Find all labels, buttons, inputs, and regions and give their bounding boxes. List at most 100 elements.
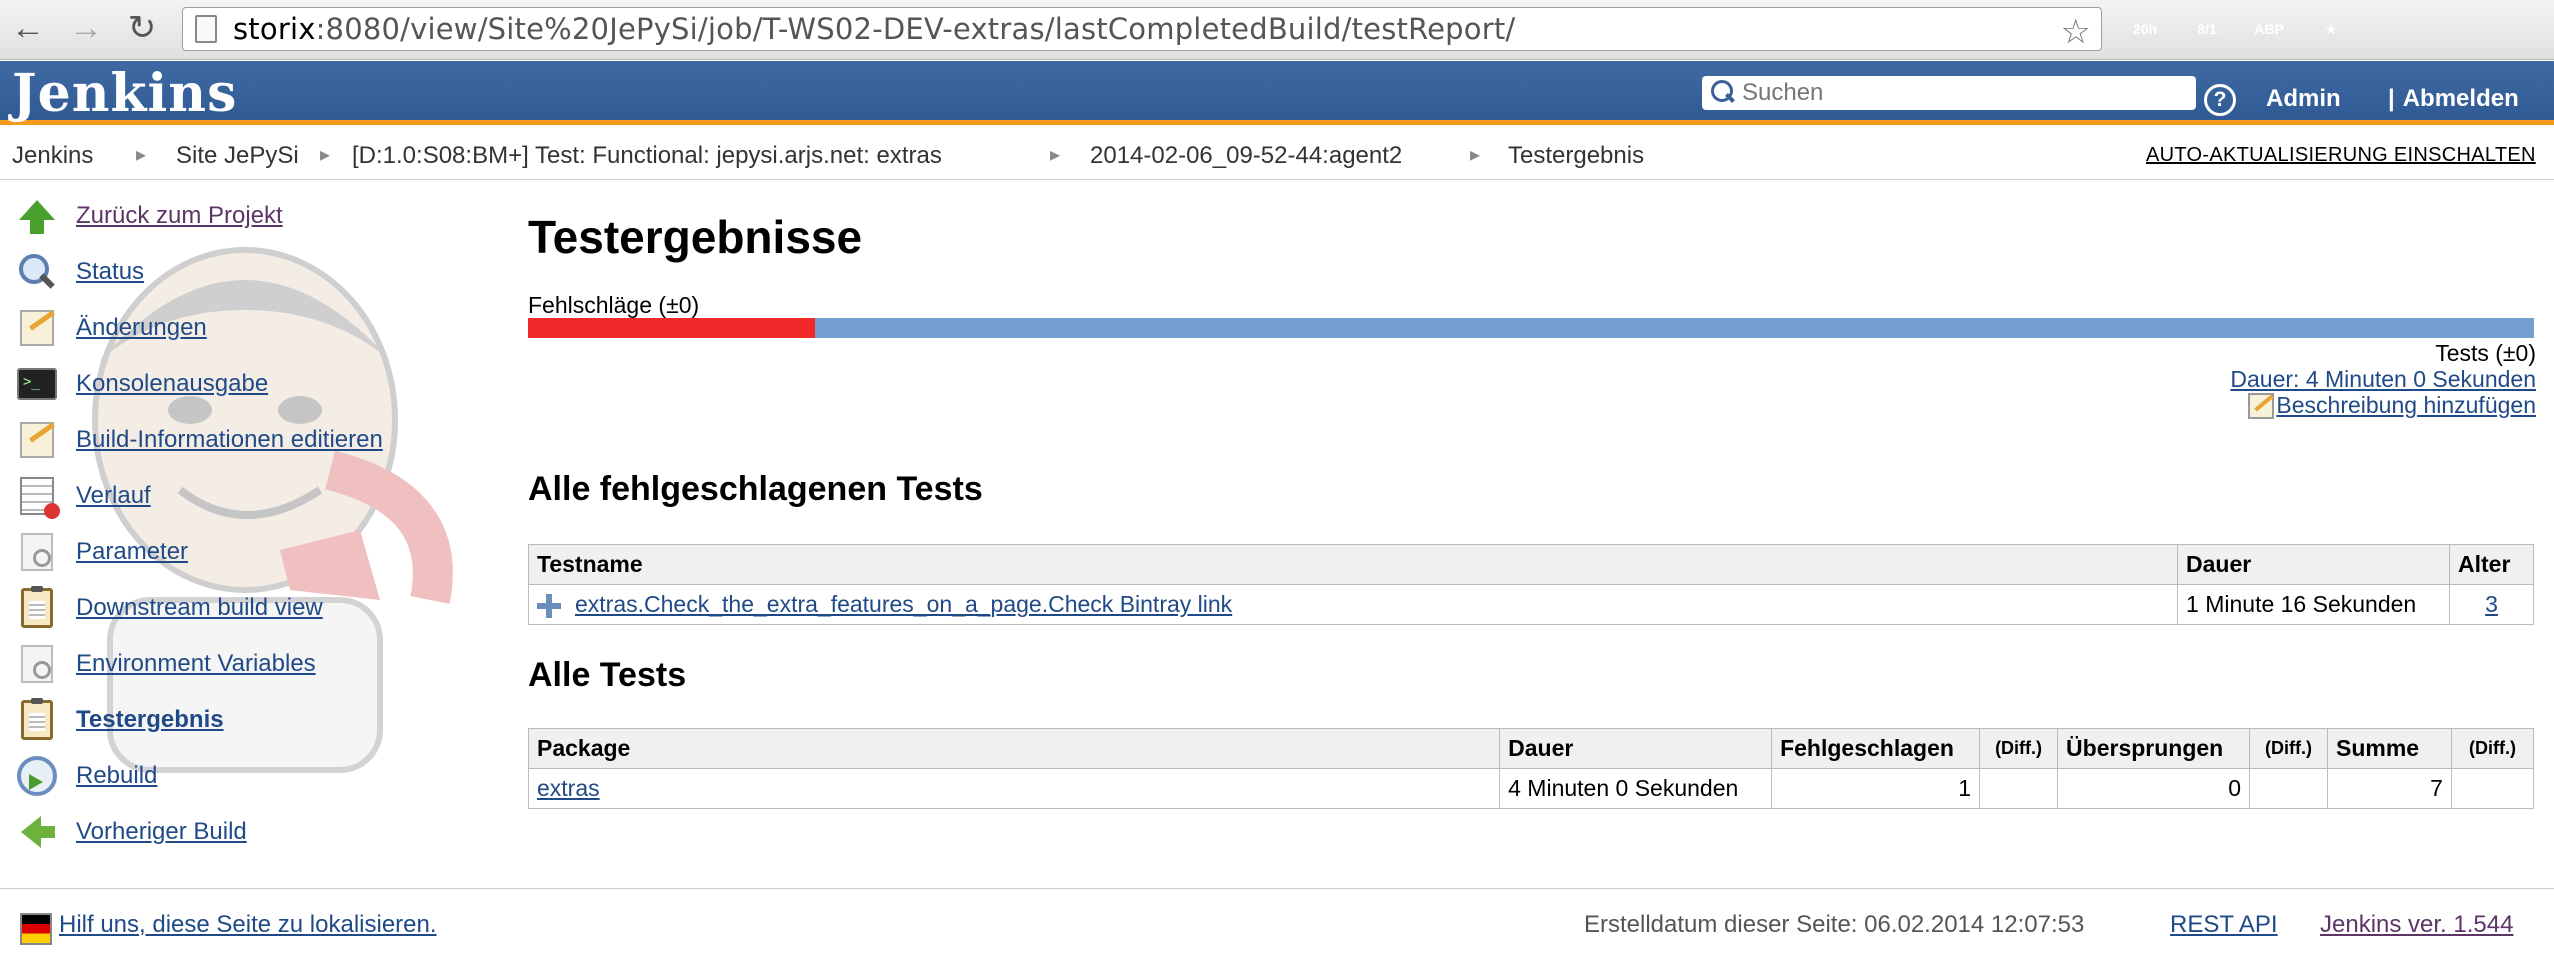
breadcrumb-separator[interactable]: ▸ [1050, 142, 1060, 167]
folder-extension-icon[interactable] [2372, 8, 2414, 50]
sidebar-item-test-result[interactable]: Testergebnis [14, 698, 224, 740]
failures-label: Fehlschläge (±0) [528, 292, 700, 318]
expand-plus-icon[interactable] [537, 593, 561, 618]
column-header-package: Package [527, 728, 1501, 769]
logout-label[interactable]: Abmelden [2403, 85, 2519, 112]
sidebar-item-status[interactable]: Status [14, 252, 144, 292]
calendar-extension-icon[interactable]: 20h [2124, 8, 2166, 50]
breadcrumb-jenkins[interactable]: Jenkins [12, 142, 93, 170]
jenkins-version-link[interactable]: Jenkins ver. 1.544 [2320, 911, 2513, 939]
sidebar-item-history[interactable]: Verlauf [14, 476, 151, 519]
failed-test-link[interactable]: extras.Check_the_extra_features_on_a_pag… [575, 591, 1232, 617]
sidebar-item-label[interactable]: Downstream build view [76, 594, 323, 622]
table-header-row: Testname Dauer Alter [527, 544, 2534, 585]
test-result-bar [528, 318, 2534, 338]
package-cell: extras [527, 768, 1501, 809]
all-tests-heading: Alle Tests [528, 656, 687, 694]
bookmark-extension-icon[interactable]: ★ [2310, 8, 2352, 50]
edit-description-icon [2248, 392, 2275, 419]
duration-cell: 4 Minuten 0 Sekunden [1499, 768, 1773, 809]
terminal-icon: >_ [14, 364, 60, 404]
magnifier-icon [14, 252, 60, 292]
notepad-icon [14, 308, 60, 348]
adblock-plus-icon[interactable]: ABP [2248, 8, 2290, 50]
sidebar-item-downstream-build-view[interactable]: Downstream build view [14, 586, 323, 628]
sidebar-item-environment-variables[interactable]: Environment Variables [14, 644, 316, 684]
breadcrumb-build[interactable]: 2014-02-06_09-52-44:agent2 [1090, 142, 1402, 170]
total-cell: 7 [2327, 768, 2452, 809]
skipped-cell: 0 [2057, 768, 2251, 809]
failed-diff-cell [1979, 768, 2059, 809]
sidebar-item-label[interactable]: Konsolenausgabe [76, 370, 268, 398]
help-icon[interactable]: ? [2204, 84, 2236, 116]
sidebar-item-label[interactable]: Vorheriger Build [76, 818, 247, 846]
sidebar-item-label[interactable]: Änderungen [76, 314, 207, 342]
reload-icon[interactable]: ↻ [124, 9, 160, 47]
url-text[interactable]: storix:8080/view/Site%20JePySi/job/T-WS0… [233, 12, 1515, 46]
all-tests-table: Package Dauer Fehlgeschlagen (Diff.) Übe… [527, 728, 2535, 809]
sidebar-item-label[interactable]: Parameter [76, 538, 188, 566]
document-gear-icon [14, 532, 60, 572]
table-row: extras 4 Minuten 0 Sekunden 1 0 7 [527, 768, 2535, 809]
search-icon [1708, 78, 1738, 108]
breadcrumb-testresult[interactable]: Testergebnis [1508, 142, 1644, 170]
sidebar-item-label[interactable]: Verlauf [76, 482, 151, 510]
sidebar-item-label[interactable]: Testergebnis [76, 706, 224, 734]
failed-tests-table: Testname Dauer Alter extras.Check_the_ex… [527, 544, 2534, 625]
column-header-duration: Dauer [1499, 728, 1773, 769]
testname-cell: extras.Check_the_extra_features_on_a_pag… [527, 584, 2179, 625]
column-header-duration: Dauer [2177, 544, 2450, 585]
search-input[interactable] [1742, 79, 2182, 107]
german-flag-icon [20, 913, 52, 945]
circle-extension-icon[interactable] [2434, 8, 2476, 50]
sidebar-item-label[interactable]: Zurück zum Projekt [76, 202, 283, 230]
browser-toolbar: ← → ↻ storix:8080/view/Site%20JePySi/job… [0, 0, 2554, 60]
sidebar-item-parameters[interactable]: Parameter [14, 532, 188, 572]
address-bar[interactable]: storix:8080/view/Site%20JePySi/job/T-WS0… [182, 7, 2102, 51]
main-panel: Testergebnisse Fehlschläge (±0) Tests (±… [527, 180, 2536, 880]
forward-arrow-icon[interactable]: → [68, 9, 104, 47]
sidebar-item-edit-build-info[interactable]: Build-Informationen editieren [14, 420, 383, 460]
search-box[interactable] [1702, 76, 2196, 110]
skipped-diff-cell [2249, 768, 2328, 809]
breadcrumb-separator[interactable]: ▸ [136, 142, 146, 167]
bookmark-star-icon[interactable]: ☆ [2061, 12, 2091, 52]
page-generated-date: Erstelldatum dieser Seite: 06.02.2014 12… [1584, 911, 2085, 938]
jenkins-logo[interactable]: Jenkins [12, 63, 237, 124]
breadcrumb-separator[interactable]: ▸ [320, 142, 330, 167]
sidebar-item-label[interactable]: Build-Informationen editieren [76, 426, 383, 454]
sidebar-item-back-to-project[interactable]: Zurück zum Projekt [14, 196, 283, 236]
sidebar-item-rebuild[interactable]: Rebuild [14, 756, 157, 796]
column-header-failed-diff: (Diff.) [1979, 728, 2059, 769]
add-description-row[interactable]: Beschreibung hinzufügen [2248, 392, 2536, 419]
back-arrow-icon[interactable]: ← [10, 9, 46, 47]
sidebar-item-label[interactable]: Status [76, 258, 144, 286]
package-link[interactable]: extras [537, 775, 600, 801]
failed-tests-heading: Alle fehlgeschlagenen Tests [528, 470, 983, 508]
breadcrumb-view[interactable]: Site JePySi [176, 142, 299, 170]
page-icon [195, 15, 217, 43]
age-link[interactable]: 3 [2485, 591, 2498, 617]
column-header-failed: Fehlgeschlagen [1771, 728, 1981, 769]
auto-refresh-link[interactable]: AUTO-AKTUALISIERUNG EINSCHALTEN [2146, 144, 2536, 167]
rest-api-link[interactable]: REST API [2170, 911, 2278, 939]
breadcrumb-job[interactable]: [D:1.0:S08:BM+] Test: Functional: jepysi… [352, 142, 942, 170]
logout-link[interactable]: | Abmelden [2388, 85, 2519, 113]
user-admin-link[interactable]: Admin [2266, 85, 2341, 113]
duration-cell: 1 Minute 16 Sekunden [2177, 584, 2450, 625]
sidebar-item-console-output[interactable]: >_ Konsolenausgabe [14, 364, 268, 404]
sidebar-item-label[interactable]: Rebuild [76, 762, 157, 790]
column-header-skipped-diff: (Diff.) [2249, 728, 2328, 769]
calendar-extension-icon-2[interactable]: 8/1 [2186, 8, 2228, 50]
localize-link[interactable]: Hilf uns, diese Seite zu lokalisieren. [59, 911, 437, 939]
failed-cell: 1 [1771, 768, 1981, 809]
column-header-total: Summe [2327, 728, 2452, 769]
sidebar-item-previous-build[interactable]: Vorheriger Build [14, 812, 247, 852]
breadcrumb-separator[interactable]: ▸ [1470, 142, 1480, 167]
column-header-testname: Testname [527, 544, 2179, 585]
duration-link[interactable]: Dauer: 4 Minuten 0 Sekunden [2230, 366, 2536, 393]
add-description-link[interactable]: Beschreibung hinzufügen [2276, 392, 2536, 419]
sidebar-item-label[interactable]: Environment Variables [76, 650, 316, 678]
sidebar-item-changes[interactable]: Änderungen [14, 308, 207, 348]
notepad-icon [14, 420, 60, 460]
